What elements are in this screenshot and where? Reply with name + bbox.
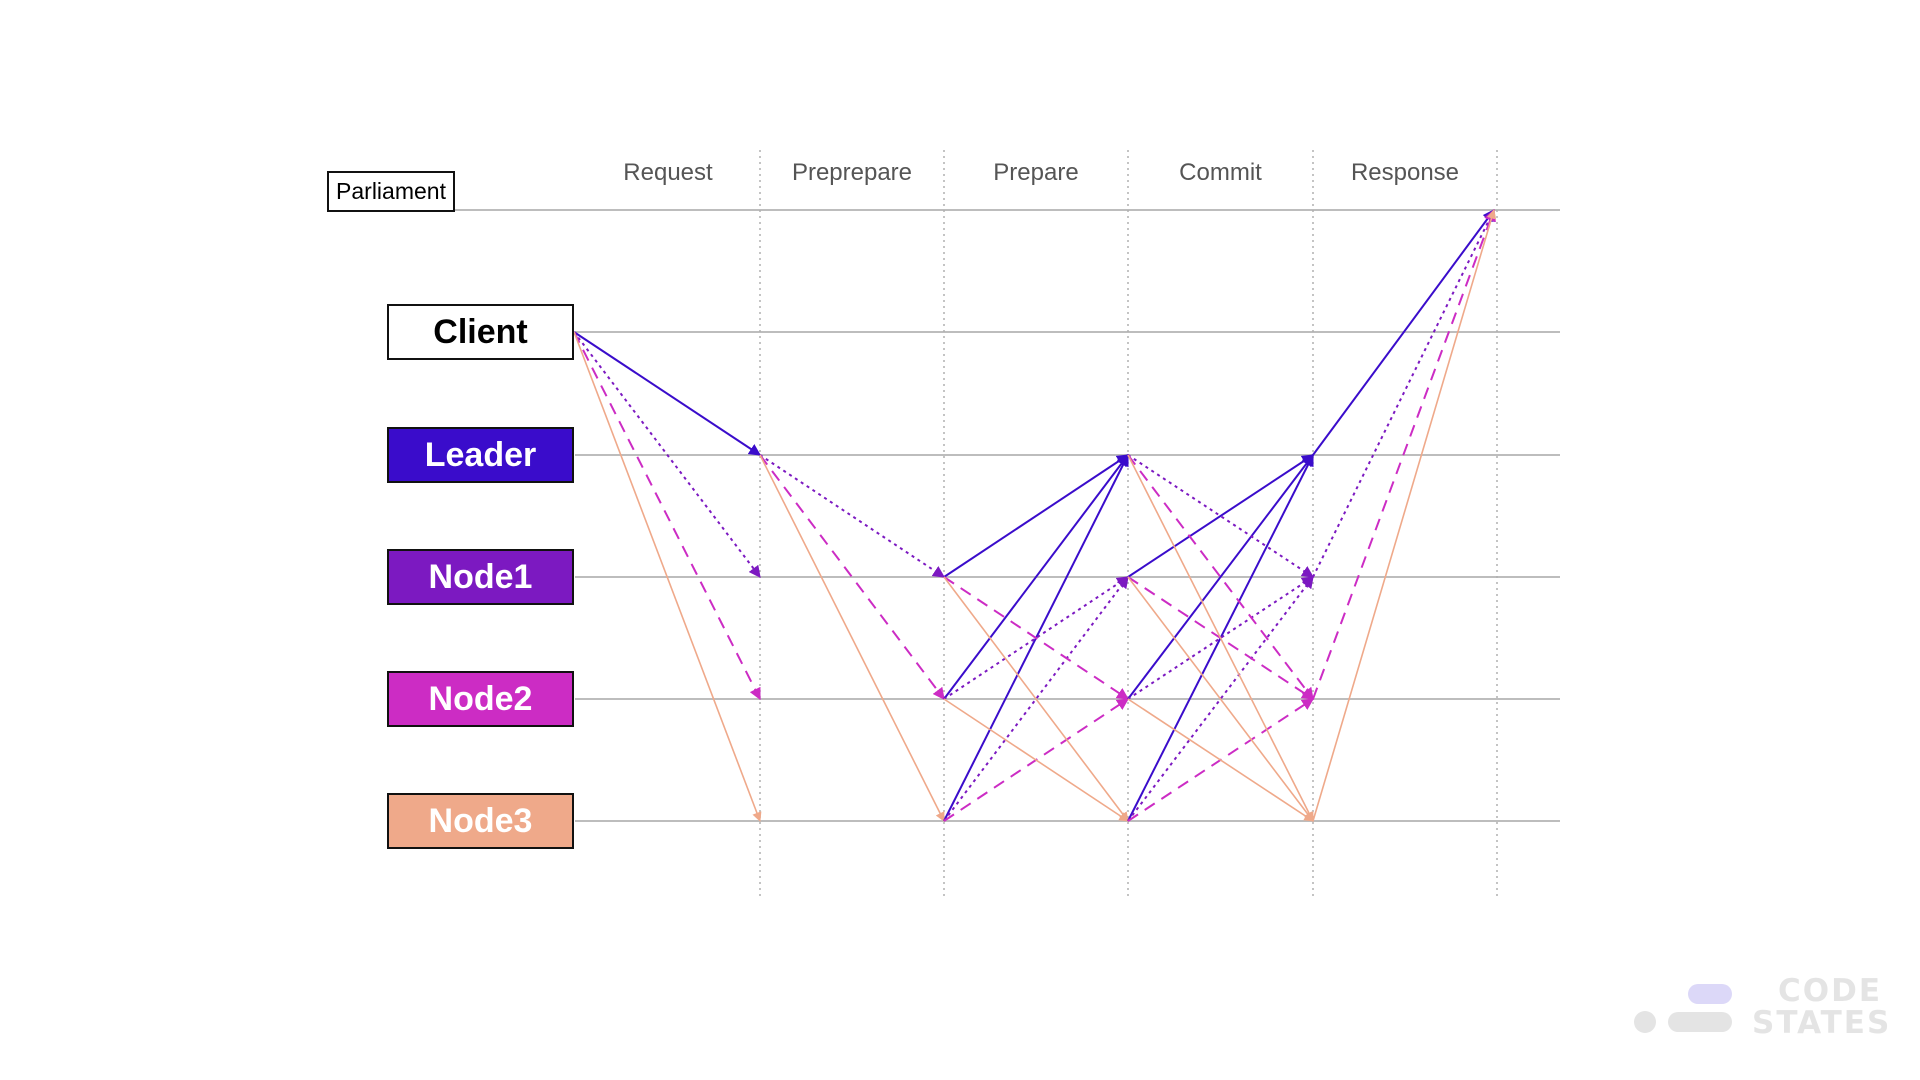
phase-dividers xyxy=(759,150,1498,898)
participant-client: Client xyxy=(387,304,574,360)
message-prepare-node1-to-leader xyxy=(943,454,1130,578)
message-request-client-to-node2 xyxy=(573,331,761,701)
participant-leader: Leader xyxy=(387,427,574,483)
message-request-client-to-leader xyxy=(573,331,762,456)
message-preprepare-leader-to-node3 xyxy=(759,454,945,822)
codestates-wordmark: CODE STATES xyxy=(1752,973,1892,1041)
phase-label-prepare: Prepare xyxy=(993,159,1078,186)
phase-label-request: Request xyxy=(623,159,713,186)
message-response-node3-to-parliament xyxy=(1312,209,1497,822)
message-arrows xyxy=(573,208,1497,822)
phase-label-preprepare: Preprepare xyxy=(792,159,912,186)
phase-labels: Request Preprepare Prepare Commit Response xyxy=(623,159,1459,186)
message-commit-node1-to-leader xyxy=(1127,454,1315,578)
phase-label-response: Response xyxy=(1351,159,1459,186)
logo-mark-icon xyxy=(1634,984,1732,1033)
message-preprepare-leader-to-node1 xyxy=(759,454,946,578)
parliament-label: Parliament xyxy=(327,171,455,212)
participant-node3: Node3 xyxy=(387,793,574,849)
participant-node2: Node2 xyxy=(387,671,574,727)
logo-line-states: STATES xyxy=(1752,1005,1892,1041)
phase-label-commit: Commit xyxy=(1179,159,1262,186)
pbft-sequence-diagram: Request Preprepare Prepare Commit Response xyxy=(455,150,1560,898)
message-response-node1-to-parliament xyxy=(1312,208,1495,578)
logo-line-code: CODE xyxy=(1777,973,1882,1009)
participant-timelines xyxy=(455,209,1560,822)
participant-node1: Node1 xyxy=(387,549,574,605)
